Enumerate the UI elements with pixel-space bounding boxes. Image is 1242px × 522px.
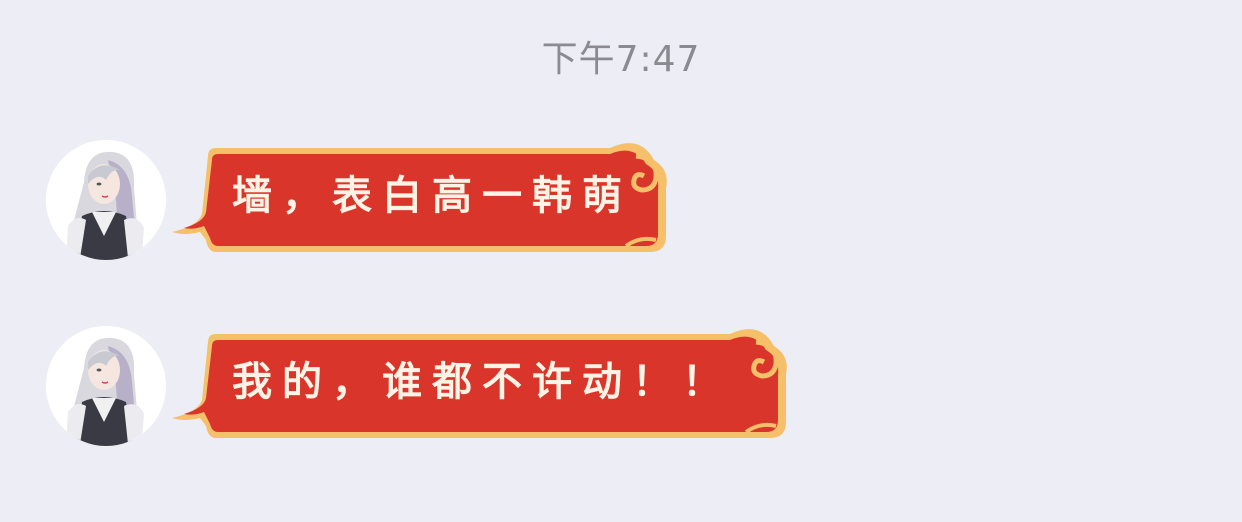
- message-bubble[interactable]: 墙，表白高一韩萌: [170, 140, 690, 264]
- avatar-girl-illustration-icon: [46, 140, 166, 260]
- message-text: 我的，谁都不许动！！: [232, 358, 732, 405]
- message-text: 墙，表白高一韩萌: [232, 172, 632, 219]
- message-bubble[interactable]: 我的，谁都不许动！！: [170, 326, 790, 450]
- avatar[interactable]: [46, 140, 166, 260]
- avatar-girl-illustration-icon: [46, 326, 166, 446]
- message-timestamp: 下午7:47: [541, 39, 701, 80]
- avatar[interactable]: [46, 326, 166, 446]
